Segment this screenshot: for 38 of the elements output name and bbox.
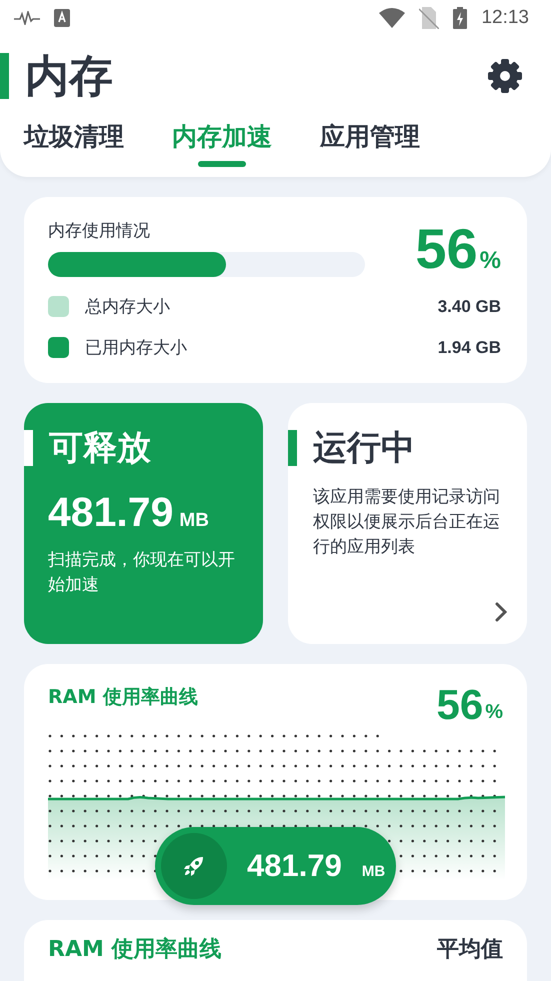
pulse-icon [14,11,40,25]
rocket-icon [182,854,206,878]
battery-charging-icon [453,7,468,29]
keyboard-icon [54,9,70,27]
chart-title: RAM 使用率曲线 [48,685,198,710]
legend-value: 3.40 GB [438,296,501,316]
accent-bar [288,430,297,466]
running-apps-card[interactable]: 运行中 该应用需要使用记录访问权限以便展示后台正在运行的应用列表 [288,403,527,644]
running-title: 运行中 [313,427,415,470]
boost-button[interactable]: 481.79 MB [155,827,396,905]
releasable-amount: 481.79 [48,489,174,536]
amount-unit: MB [179,510,209,532]
permission-note: 该应用需要使用记录访问权限以便展示后台正在运行的应用列表 [313,486,501,559]
usage-percent: 56 [415,221,478,277]
average-label: 平均值 [437,936,503,964]
chevron-right-icon[interactable] [495,602,507,622]
tab[interactable]: 垃圾清理 [24,120,124,167]
page-title: 内存 [25,50,113,104]
releasable-title: 可释放 [49,427,151,470]
wifi-icon [379,8,406,28]
scan-note: 扫描完成，你现在可以开始加速 [48,549,236,597]
percent-unit: % [480,247,501,275]
legend-value: 1.94 GB [438,338,501,358]
percent-unit: % [485,701,503,724]
accent-bar [24,430,33,466]
tab[interactable]: 应用管理 [320,120,420,167]
chart-title: RAM 使用率曲线 [48,936,222,964]
settings-icon[interactable] [487,58,523,94]
legend-label: 总内存大小 [85,296,170,318]
legend-label: 已用内存大小 [85,337,187,359]
tab[interactable]: 内存加速 [172,120,272,167]
boost-amount: 481.79 [247,848,342,884]
usage-title: 内存使用情况 [48,220,151,242]
chart-percent: 56 [436,684,484,726]
status-time: 12:13 [481,7,529,29]
accent-bar [0,53,9,99]
boost-unit: MB [362,862,386,880]
no-sim-icon [419,7,440,29]
